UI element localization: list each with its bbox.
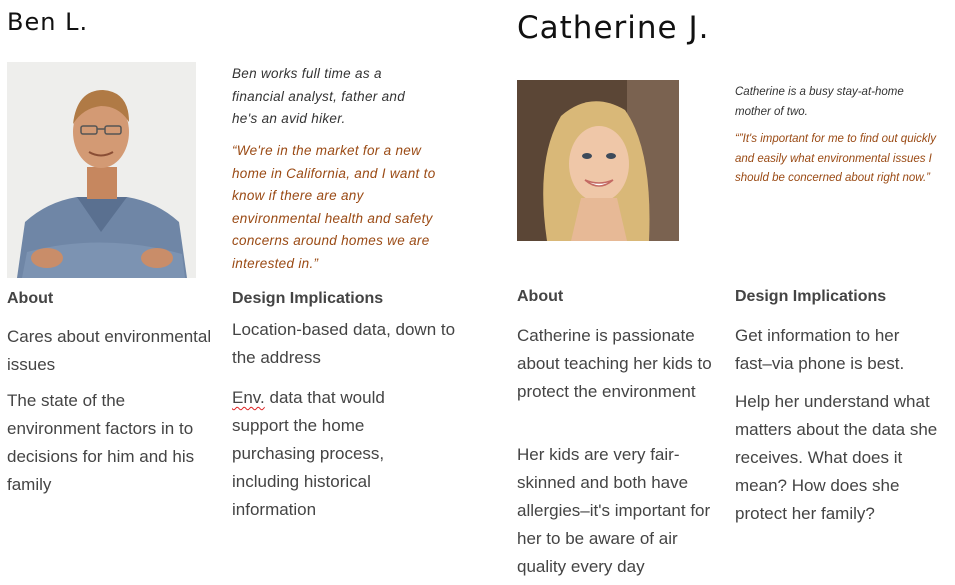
persona-name: Catherine J. bbox=[517, 10, 710, 46]
persona-photo bbox=[7, 62, 196, 278]
design-heading: Design Implications bbox=[232, 290, 384, 307]
persona-intro: Ben works full time as a financial analy… bbox=[232, 66, 406, 126]
design-item: Get information to her fast–via phone is… bbox=[735, 326, 905, 373]
persona-quote: “We're in the market for a new home in C… bbox=[232, 143, 436, 271]
design-item: Help her understand what matters about t… bbox=[735, 392, 938, 523]
persona-ben: Ben L. Ben works full time as a financia… bbox=[0, 0, 470, 585]
persona-quote: “”It's important for me to find out quic… bbox=[735, 133, 936, 184]
about-item: The state of the environment factors in … bbox=[7, 391, 195, 494]
about-item: Catherine is passionate about teaching h… bbox=[517, 326, 712, 401]
persona-photo bbox=[517, 80, 679, 241]
persona-name: Ben L. bbox=[7, 8, 89, 36]
design-item-text: data that would support the home purchas… bbox=[232, 388, 385, 519]
spellcheck-word: Env. bbox=[232, 388, 265, 407]
persona-catherine: Catherine J. Catherine is a busy stay-at… bbox=[480, 0, 955, 585]
about-heading: About bbox=[517, 288, 564, 305]
about-item: Her kids are very fair-skinned and both … bbox=[517, 445, 711, 576]
about-heading: About bbox=[7, 290, 54, 307]
design-item: Location-based data, down to the address bbox=[232, 320, 456, 367]
about-item: Cares about environmental issues bbox=[7, 327, 212, 374]
design-heading: Design Implications bbox=[735, 288, 887, 305]
persona-intro: Catherine is a busy stay-at-home mother … bbox=[735, 86, 904, 118]
design-item: Env. data that would support the home pu… bbox=[232, 384, 422, 524]
